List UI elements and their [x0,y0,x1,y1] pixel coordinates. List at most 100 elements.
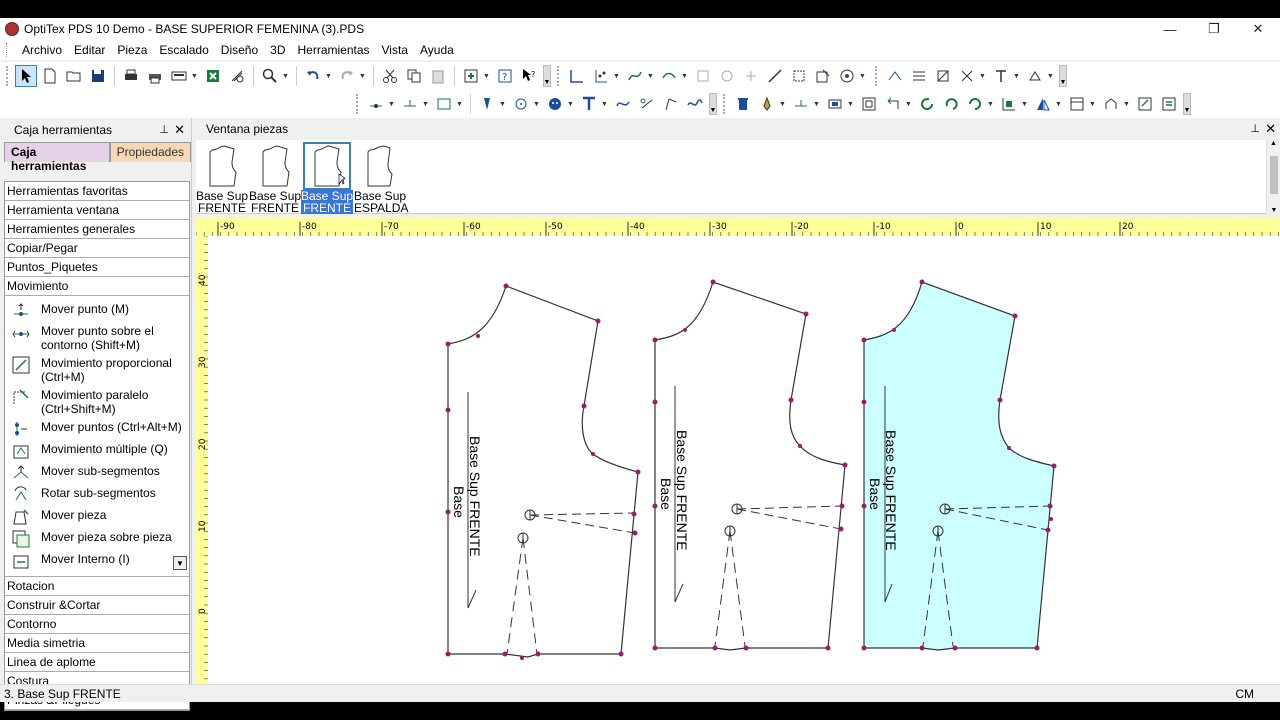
grid-dropdown[interactable]: ▼ [613,73,620,80]
tool-parallel-move[interactable]: Movimiento paralelo (Ctrl+Shift+M) [5,386,189,418]
category-general[interactable]: Herramientes generales [5,220,189,239]
category-contour[interactable]: Contorno [5,615,189,634]
smooth-tool-button[interactable] [658,65,680,87]
stretch-tool-button[interactable] [908,65,930,87]
scroll-thumb[interactable] [1270,156,1278,194]
drawing-canvas[interactable]: Base Sup FRENTE Base Base Sup FRENTE Bas… [208,236,1280,684]
plot-button[interactable] [144,65,166,87]
expand-tools-button[interactable]: ▼ [173,556,187,570]
pleat-tool-button[interactable] [1024,65,1046,87]
dart-tool-button[interactable] [990,65,1012,87]
save-button[interactable] [87,65,109,87]
toolbar-overflow[interactable]: ▼ [1059,65,1067,87]
swap-dropdown[interactable]: ▼ [987,101,994,108]
measure-tool-button[interactable] [764,65,786,87]
piece-thumbnail[interactable]: Base Sup FRENTE [196,142,248,214]
text-tool-button[interactable] [578,93,600,115]
settings-button[interactable] [1158,93,1180,115]
trace-tool-button[interactable] [788,65,810,87]
mirror-piece-button[interactable] [1032,93,1054,115]
piece-info-dropdown[interactable]: ▼ [456,101,463,108]
tab-properties[interactable]: Propiedades [109,142,191,162]
digitizer-button[interactable] [226,65,248,87]
button-tool-dropdown[interactable]: ▼ [567,101,574,108]
import-button[interactable] [460,65,482,87]
category-grainline[interactable]: Linea de aplome [5,653,189,672]
text-dropdown[interactable]: ▼ [601,101,608,108]
pattern-drawing[interactable]: Base Sup FRENTE Base Base Sup FRENTE Bas… [208,236,1280,684]
category-copy-paste[interactable]: Copiar/Pegar [5,239,189,258]
restore-button[interactable]: ❐ [1192,18,1236,40]
redo-dropdown[interactable]: ▼ [359,73,366,80]
parallel-line-button[interactable] [790,93,812,115]
layout-dropdown[interactable]: ▼ [1089,101,1096,108]
seam-tool-button[interactable] [612,93,634,115]
delete-button[interactable] [732,93,754,115]
print-button[interactable] [120,65,142,87]
tool-move-points[interactable]: Mover puntos (Ctrl+Alt+M) [5,418,189,440]
minimize-button[interactable]: — [1148,18,1192,40]
button-tool-button[interactable] [544,93,566,115]
tool-move-piece[interactable]: Mover pieza [5,506,189,528]
import-dropdown[interactable]: ▼ [483,73,490,80]
curve-tool-button[interactable] [624,65,646,87]
category-rotation[interactable]: Rotacion [5,577,189,596]
menu-pieza[interactable]: Pieza [111,43,153,57]
close-button[interactable]: ✕ [1236,18,1280,40]
cut-piece-button[interactable] [956,65,978,87]
align-dropdown[interactable]: ▼ [1021,101,1028,108]
pieces-close-icon[interactable]: ✕ [1265,121,1276,137]
tab-toolbox[interactable]: Caja herramientas [4,142,110,173]
menu-archivo[interactable]: Archivo [16,43,68,57]
3d-view-button[interactable] [836,65,858,87]
menu-herramientas[interactable]: Herramientas [291,43,375,57]
paste-button[interactable] [427,65,449,87]
category-window[interactable]: Herramienta ventana [5,201,189,220]
pleat-dropdown[interactable]: ▼ [1047,73,1054,80]
pieces-scrollbar[interactable]: ▲ ▼ [1266,140,1280,214]
tool-move-point[interactable]: Mover punto (M) [5,300,189,322]
frame-tool-button[interactable] [858,93,880,115]
pin-icon[interactable]: ⊥ [1250,122,1260,135]
curve-dropdown[interactable]: ▼ [647,73,654,80]
layout-button[interactable] [1066,93,1088,115]
toolbar-overflow[interactable]: ▼ [709,93,717,115]
slash-spread-button[interactable] [932,65,954,87]
line-tool-button[interactable] [566,65,588,87]
select-arrow-button[interactable] [15,65,37,87]
smooth-dropdown[interactable]: ▼ [681,73,688,80]
grid-points-button[interactable] [590,65,612,87]
copy-button[interactable] [403,65,425,87]
drill-hole-button[interactable] [476,93,498,115]
piece-thumbnail[interactable]: Base Sup ESPALDA [354,142,408,214]
add-point-dropdown[interactable]: ▼ [388,101,395,108]
menu-vista[interactable]: Vista [376,43,414,57]
3d-dropdown[interactable]: ▼ [859,73,866,80]
menu-3d[interactable]: 3D [264,43,291,57]
menu-editar[interactable]: Editar [68,43,111,57]
new-file-button[interactable] [39,65,61,87]
grade-button[interactable] [1100,93,1122,115]
scroll-up-icon[interactable]: ▲ [1267,140,1280,147]
grade-dropdown[interactable]: ▼ [1123,101,1130,108]
redo-button[interactable] [336,65,358,87]
piece-thumbnail-selected[interactable]: Base Sup FRENTE [301,142,353,214]
pen-dropdown[interactable]: ▼ [779,101,786,108]
category-half-symmetry[interactable]: Media simetria [5,634,189,653]
zoom-button[interactable] [259,65,281,87]
open-folder-button[interactable] [63,65,85,87]
menu-diseno[interactable]: Diseño [215,43,264,57]
excel-export-button[interactable] [202,65,224,87]
menu-ayuda[interactable]: Ayuda [414,43,460,57]
toolbar-overflow[interactable]: ▼ [1183,93,1191,115]
rotate-left-button[interactable] [882,93,904,115]
rotate-right-button[interactable] [940,93,962,115]
pen-tool-button[interactable] [756,93,778,115]
tool-proportional-move[interactable]: Movimiento proporcional (Ctrl+M) [5,354,189,386]
cut-piece-dropdown[interactable]: ▼ [979,73,986,80]
wave-tool-button[interactable] [684,93,706,115]
circle-tool-button[interactable] [510,93,532,115]
cut-button[interactable] [379,65,401,87]
category-build-cut[interactable]: Construir &Cortar [5,596,189,615]
tool-multiple-move[interactable]: Movimiento múltiple (Q) [5,440,189,462]
